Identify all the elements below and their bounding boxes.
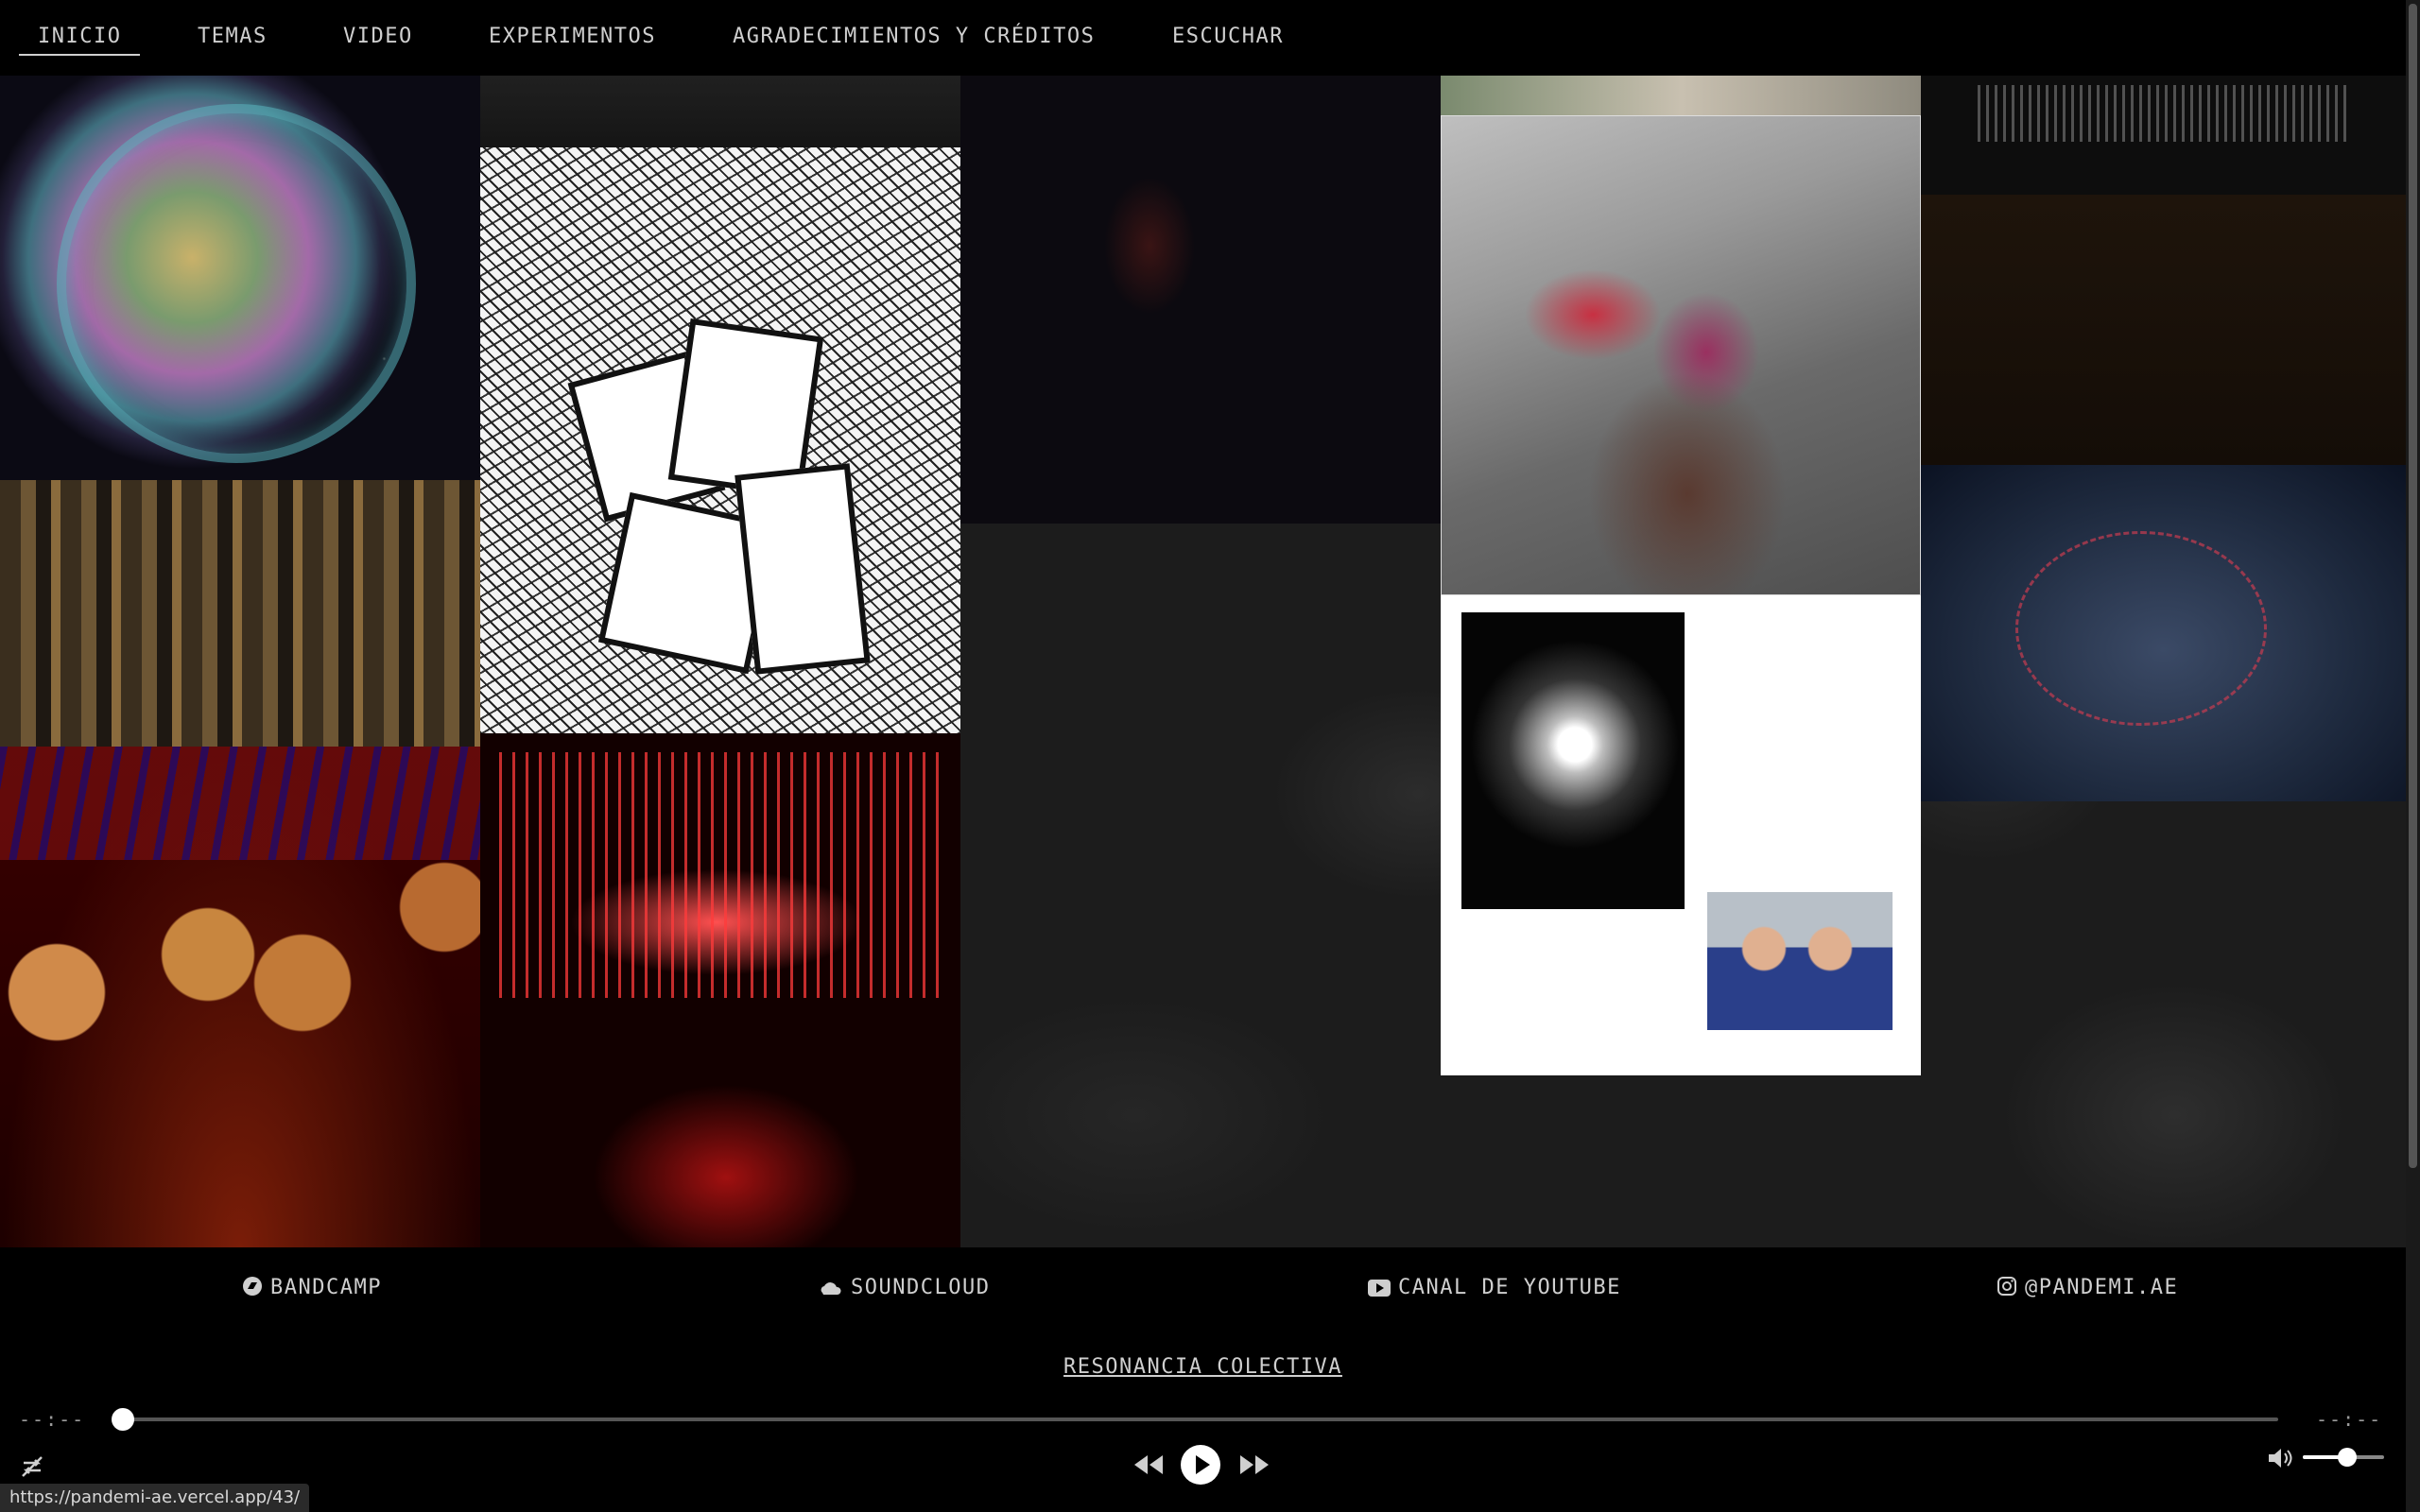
page-scrollbar[interactable] <box>2406 0 2420 1512</box>
youtube-label: CANAL DE YOUTUBE <box>1398 1276 1621 1299</box>
volume-icon <box>2267 1449 2295 1474</box>
soundcloud-icon <box>819 1279 843 1302</box>
forward-icon <box>1238 1455 1270 1482</box>
glitch-overlay <box>0 747 480 860</box>
nav-item-escuchar[interactable]: ESCUCHAR <box>1172 25 1284 48</box>
play-button[interactable] <box>1180 1444 1221 1489</box>
gallery-tile-cosmic-moon[interactable] <box>0 76 480 480</box>
progress-knob[interactable] <box>112 1408 134 1431</box>
bandcamp-icon <box>242 1276 263 1302</box>
play-icon <box>1180 1445 1221 1489</box>
instagram-link[interactable]: @PANDEMI.AE <box>1996 1276 2178 1302</box>
bandcamp-label: BANDCAMP <box>270 1276 382 1299</box>
youtube-link[interactable]: CANAL DE YOUTUBE <box>1368 1276 1621 1302</box>
gallery-tile-photo-collage[interactable] <box>1441 595 1921 1075</box>
bandcamp-link[interactable]: BANDCAMP <box>242 1276 382 1302</box>
posterized-image <box>1442 116 1920 594</box>
gallery-tile-posterized-portrait[interactable] <box>1441 115 1921 595</box>
repeat-off-button[interactable] <box>19 1453 45 1484</box>
nav-item-inicio[interactable]: INICIO <box>19 25 141 56</box>
progress-bar[interactable] <box>112 1408 2278 1431</box>
nav-item-agradecimientos[interactable]: AGRADECIMIENTOS Y CRÉDITOS <box>733 25 1095 48</box>
nav-item-experimentos[interactable]: EXPERIMENTOS <box>489 25 656 48</box>
youtube-icon <box>1368 1279 1391 1302</box>
browser-status-url: https://pandemi-ae.vercel.app/43/ <box>0 1484 310 1512</box>
volume-slider[interactable] <box>2303 1448 2384 1467</box>
elapsed-time: --:-- <box>19 1408 86 1431</box>
gallery-tile-red-faces[interactable] <box>0 747 480 1247</box>
gallery-tile-red-metal-logo[interactable] <box>480 733 960 1247</box>
glitch-lines <box>1978 85 2346 142</box>
instagram-icon <box>1996 1276 2017 1302</box>
children-photo <box>1707 892 1893 1030</box>
moon-ring-decoration <box>57 104 416 463</box>
soundcloud-label: SOUNDCLOUD <box>851 1276 991 1299</box>
artwork-gallery <box>0 76 2406 1247</box>
nav-item-temas[interactable]: TEMAS <box>198 25 268 48</box>
soundcloud-link[interactable]: SOUNDCLOUD <box>819 1276 990 1302</box>
fisheye-pattern <box>2015 531 2267 726</box>
track-title-link[interactable]: RESONANCIA COLECTIVA <box>1063 1355 1342 1379</box>
track-title: RESONANCIA COLECTIVA <box>0 1355 2406 1379</box>
instagram-label: @PANDEMI.AE <box>2025 1276 2179 1299</box>
gallery-tile-glitch-noise[interactable] <box>1921 76 2406 195</box>
gallery-tile-still-life-strips[interactable] <box>0 480 480 747</box>
repeat-off-icon <box>19 1456 45 1484</box>
duration-time: --:-- <box>2316 1408 2383 1431</box>
rewind-button[interactable] <box>1132 1452 1165 1482</box>
forward-button[interactable] <box>1238 1452 1270 1482</box>
social-links: BANDCAMP SOUNDCLOUD CANAL DE YOUTUBE @PA… <box>0 1247 2406 1323</box>
scrollbar-thumb[interactable] <box>2409 4 2417 1168</box>
rewind-icon <box>1132 1455 1165 1482</box>
gallery-tile-dark-brown[interactable] <box>1921 195 2406 465</box>
gallery-tile-dark-red-figure[interactable] <box>960 76 1441 524</box>
night-light-photo <box>1461 612 1685 909</box>
logo-streaks <box>499 752 942 998</box>
volume-knob[interactable] <box>2338 1448 2358 1467</box>
gallery-tile-blue-fisheye[interactable] <box>1921 465 2406 801</box>
sketch-block <box>735 463 871 675</box>
top-nav: INICIO TEMAS VIDEO EXPERIMENTOS AGRADECI… <box>0 0 2406 76</box>
nav-item-video[interactable]: VIDEO <box>343 25 413 48</box>
gallery-tile-ink-sketch[interactable] <box>480 147 960 733</box>
volume-button[interactable] <box>2267 1446 2295 1474</box>
gallery-tile-dark-texture[interactable] <box>480 76 960 147</box>
gallery-tile-blurred-photo[interactable] <box>1441 76 1921 115</box>
